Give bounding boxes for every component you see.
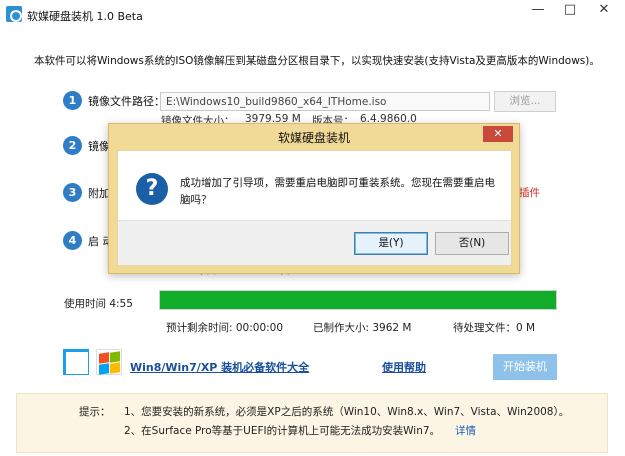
produced-size: 已制作大小: 3962 M xyxy=(313,322,412,334)
elapsed-time: 使用时间 4:55 xyxy=(64,298,133,310)
dialog-footer: 是(Y) 否(N) xyxy=(118,220,511,265)
dialog-body: ? 成功增加了引导项，需要重启电脑即可重装系统。您现在需要重启电脑吗？ 是(Y)… xyxy=(117,150,512,266)
start-install-button[interactable]: 开始装机 xyxy=(493,354,557,380)
dialog-title: 软媒硬盘装机 xyxy=(277,131,350,145)
details-link[interactable]: 详情 xyxy=(455,423,476,438)
pending-size: 待处理文件：0 M xyxy=(453,322,536,334)
restart-dialog: 软媒硬盘装机 ✕ ? 成功增加了引导项，需要重启电脑即可重装系统。您现在需要重启… xyxy=(108,123,520,274)
question-icon: ? xyxy=(136,173,168,205)
title-bar: 软媒硬盘装机 1.0 Beta — □ ✕ xyxy=(0,0,625,30)
help-link[interactable]: 使用帮助 xyxy=(382,359,426,375)
step-2-label: 镜像 xyxy=(88,140,110,153)
step-4-badge: 4 xyxy=(63,231,82,250)
no-button[interactable]: 否(N) xyxy=(435,232,509,255)
window-title: 软媒硬盘装机 1.0 Beta xyxy=(27,10,143,23)
step-2-badge: 2 xyxy=(63,136,82,155)
close-button[interactable]: ✕ xyxy=(586,0,622,22)
progress-fill xyxy=(160,291,556,309)
windows-logo-icon xyxy=(63,349,89,375)
tips-line-2: 2、在Surface Pro等基于UEFI的计算机上可能无法成功安装Win7。 xyxy=(124,425,441,437)
browse-button[interactable]: 浏览... xyxy=(494,91,556,112)
step-1-badge: 1 xyxy=(63,91,82,110)
progress-bar xyxy=(159,290,557,310)
step-3-badge: 3 xyxy=(63,183,82,202)
remaining-time: 预计剩余时间: 00:00:00 xyxy=(166,322,284,334)
minimize-button[interactable]: — xyxy=(522,0,554,22)
dialog-close-button[interactable]: ✕ xyxy=(483,126,513,142)
tips-label: 提示： xyxy=(79,406,111,418)
plugin-link[interactable]: 插件 xyxy=(519,185,540,200)
step-1-label: 镜像文件路径： xyxy=(88,95,165,108)
tips-line-1: 1、您要安装的新系统，必须是XP之后的系统（Win10、Win8.x、Win7、… xyxy=(124,406,570,418)
software-bundle-link[interactable]: Win8/Win7/XP 装机必备软件大全 xyxy=(130,359,309,375)
iso-path-field[interactable] xyxy=(160,92,490,111)
intro-text: 本软件可以将Windows系统的ISO镜像解压到某磁盘分区根目录下，以实现快速安… xyxy=(34,55,600,67)
windows-xp-logo-icon xyxy=(96,349,122,375)
maximize-button[interactable]: □ xyxy=(554,0,586,22)
app-icon xyxy=(6,6,22,22)
tips-panel: 提示： 1、您要安装的新系统，必须是XP之后的系统（Win10、Win8.x、W… xyxy=(16,393,608,453)
step-3-label: 附加 xyxy=(88,187,110,200)
dialog-message: 成功增加了引导项，需要重启电脑即可重装系统。您现在需要重启电脑吗？ xyxy=(180,177,495,206)
yes-button[interactable]: 是(Y) xyxy=(354,232,428,255)
